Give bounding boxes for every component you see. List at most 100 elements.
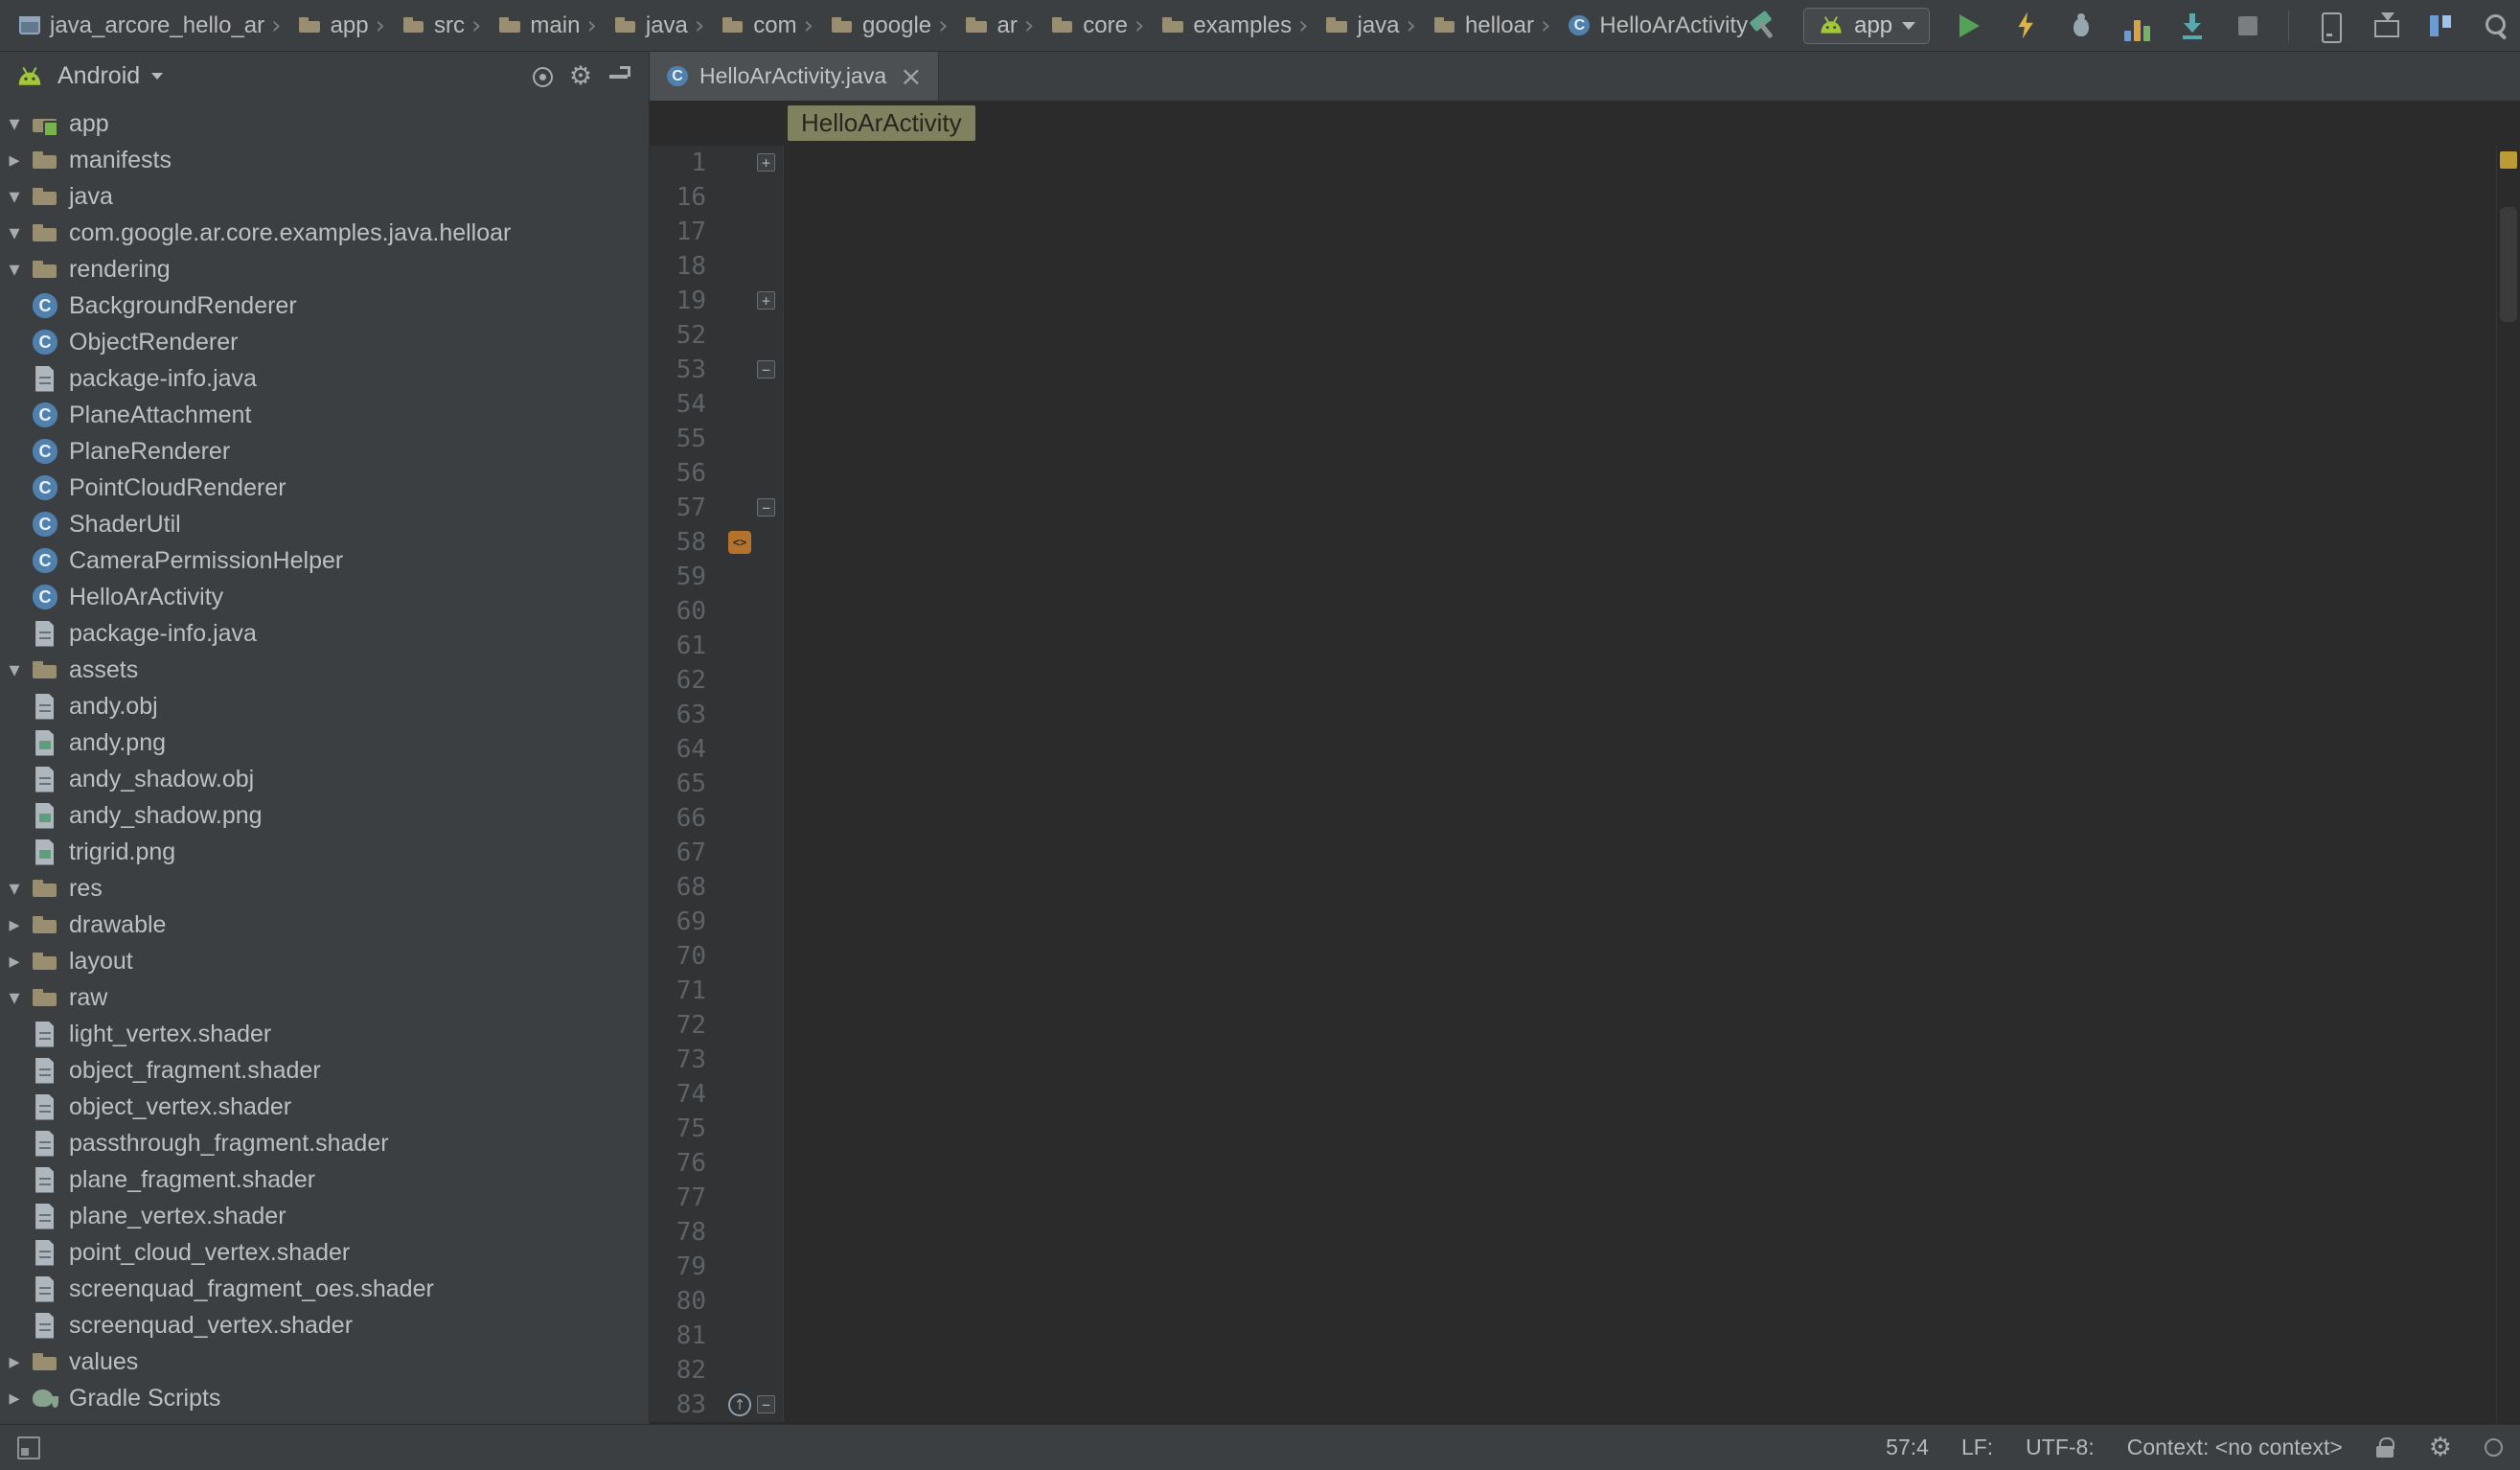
gutter-marker-icon[interactable] bbox=[728, 807, 751, 830]
fold-marker-icon[interactable] bbox=[757, 395, 775, 413]
code-line[interactable]: 82 bbox=[650, 1353, 2496, 1388]
fold-marker-icon[interactable] bbox=[757, 671, 775, 689]
encoding-indicator[interactable]: UTF-8: bbox=[2026, 1435, 2095, 1460]
tree-row[interactable]: Gradle Scripts bbox=[0, 1380, 649, 1416]
expand-arrow-icon[interactable] bbox=[0, 986, 29, 1010]
breadcrumb-current-class[interactable]: HelloArActivity bbox=[788, 105, 975, 141]
gutter-marker-icon[interactable] bbox=[728, 1255, 751, 1278]
fold-marker-icon[interactable] bbox=[757, 1050, 775, 1068]
gutter-marker-icon[interactable] bbox=[728, 1393, 751, 1416]
tree-row[interactable]: raw bbox=[0, 979, 649, 1016]
tree-row[interactable]: andy.png bbox=[0, 724, 649, 761]
code-line[interactable]: 67 bbox=[650, 836, 2496, 870]
code-line[interactable]: 16 bbox=[650, 180, 2496, 215]
code-line[interactable]: 60 bbox=[650, 594, 2496, 629]
tree-row[interactable]: package-info.java bbox=[0, 360, 649, 397]
fold-marker-icon[interactable] bbox=[757, 1257, 775, 1275]
code-line[interactable]: 78 bbox=[650, 1215, 2496, 1250]
gutter-marker-icon[interactable] bbox=[728, 462, 751, 485]
tree-row[interactable]: point_cloud_vertex.shader bbox=[0, 1234, 649, 1271]
code-line[interactable]: 81 bbox=[650, 1319, 2496, 1353]
sdk-manager-icon[interactable] bbox=[2370, 11, 2400, 41]
tree-row[interactable]: light_vertex.shader bbox=[0, 1016, 649, 1052]
code-line[interactable]: 73 bbox=[650, 1043, 2496, 1077]
layout-inspector-icon[interactable] bbox=[2425, 11, 2456, 41]
code-line[interactable]: 80 bbox=[650, 1284, 2496, 1319]
gutter-marker-icon[interactable] bbox=[728, 945, 751, 968]
expand-arrow-icon[interactable] bbox=[0, 258, 29, 282]
breadcrumb-item[interactable]: ar bbox=[931, 11, 1018, 40]
lock-icon[interactable] bbox=[2375, 1436, 2396, 1460]
expand-arrow-icon[interactable] bbox=[0, 112, 29, 136]
expand-arrow-icon[interactable] bbox=[0, 149, 29, 172]
gutter-marker-icon[interactable] bbox=[728, 600, 751, 623]
code-line[interactable]: 65 bbox=[650, 767, 2496, 801]
expand-arrow-icon[interactable] bbox=[0, 1387, 29, 1411]
stop-button[interactable] bbox=[2233, 11, 2263, 41]
gutter-marker-icon[interactable] bbox=[728, 496, 751, 519]
tree-row[interactable]: PlaneRenderer bbox=[0, 433, 649, 470]
expand-arrow-icon[interactable] bbox=[0, 221, 29, 245]
code-line[interactable]: 77 bbox=[650, 1181, 2496, 1215]
gutter-marker-icon[interactable] bbox=[728, 1048, 751, 1071]
code-line[interactable]: 64 bbox=[650, 732, 2496, 767]
error-stripe-scrollbar[interactable] bbox=[2496, 146, 2520, 1424]
device-file-download-icon[interactable] bbox=[2177, 11, 2208, 41]
code-line[interactable]: 61 bbox=[650, 629, 2496, 663]
code-line[interactable]: 66 bbox=[650, 801, 2496, 836]
fold-marker-icon[interactable] bbox=[757, 981, 775, 999]
code-line[interactable]: 55 bbox=[650, 422, 2496, 456]
fold-marker-icon[interactable] bbox=[757, 1016, 775, 1034]
gutter-marker-icon[interactable] bbox=[728, 841, 751, 864]
tree-row[interactable]: layout bbox=[0, 943, 649, 979]
gutter-marker-icon[interactable] bbox=[728, 979, 751, 1002]
gutter-marker-icon[interactable] bbox=[728, 703, 751, 726]
fold-marker-icon[interactable] bbox=[757, 326, 775, 344]
code-line[interactable]: 71 bbox=[650, 974, 2496, 1008]
gutter-marker-icon[interactable] bbox=[728, 1014, 751, 1037]
gutter-marker-icon[interactable] bbox=[728, 151, 751, 174]
code-line[interactable]: 70 bbox=[650, 939, 2496, 974]
code-line[interactable]: 76 bbox=[650, 1146, 2496, 1181]
breadcrumb-item[interactable]: main bbox=[465, 11, 580, 40]
gutter-marker-icon[interactable] bbox=[728, 1117, 751, 1140]
build-hammer-icon[interactable] bbox=[1748, 11, 1778, 41]
tree-row[interactable]: BackgroundRenderer bbox=[0, 287, 649, 324]
fold-marker-icon[interactable] bbox=[757, 809, 775, 827]
fold-marker-icon[interactable] bbox=[757, 1154, 775, 1172]
gutter-marker-icon[interactable] bbox=[728, 876, 751, 899]
tree-row[interactable]: screenquad_vertex.shader bbox=[0, 1307, 649, 1344]
breadcrumb-item[interactable]: core bbox=[1018, 11, 1128, 40]
gutter-marker-icon[interactable] bbox=[728, 289, 751, 312]
code-line[interactable]: 57 bbox=[650, 491, 2496, 525]
gutter-marker-icon[interactable] bbox=[728, 910, 751, 933]
fold-marker-icon[interactable] bbox=[757, 1085, 775, 1103]
gutter-marker-icon[interactable] bbox=[728, 1186, 751, 1209]
gutter-marker-icon[interactable] bbox=[728, 565, 751, 588]
line-ending-indicator[interactable]: LF: bbox=[1961, 1435, 1993, 1460]
settings-gear-icon[interactable]: ⚙ bbox=[566, 62, 595, 91]
editor-tab[interactable]: HelloArActivity.java × bbox=[650, 52, 939, 101]
tree-row[interactable]: java bbox=[0, 178, 649, 215]
run-configuration-selector[interactable]: app bbox=[1803, 8, 1930, 44]
breadcrumb-item[interactable]: app bbox=[264, 11, 368, 40]
gutter-marker-icon[interactable] bbox=[728, 255, 751, 278]
expand-arrow-icon[interactable] bbox=[0, 185, 29, 209]
fold-marker-icon[interactable] bbox=[757, 360, 775, 379]
gutter-marker-icon[interactable] bbox=[728, 393, 751, 416]
expand-arrow-icon[interactable] bbox=[0, 950, 29, 974]
fold-marker-icon[interactable] bbox=[757, 1292, 775, 1310]
breadcrumb-item[interactable]: examples bbox=[1128, 11, 1292, 40]
breadcrumb-item[interactable]: java_arcore_hello_ar bbox=[17, 12, 264, 39]
fold-marker-icon[interactable] bbox=[757, 740, 775, 758]
status-circle-icon[interactable] bbox=[2485, 1438, 2503, 1457]
gutter-marker-icon[interactable] bbox=[728, 220, 751, 243]
project-view-selector[interactable]: Android bbox=[57, 62, 140, 90]
hide-panel-icon[interactable] bbox=[605, 62, 633, 91]
inspections-status-icon[interactable] bbox=[2500, 151, 2517, 169]
code-lines[interactable]: 1 16 bbox=[650, 146, 2496, 1424]
breadcrumb-item[interactable]: java bbox=[1292, 11, 1399, 40]
gutter-marker-icon[interactable] bbox=[728, 1290, 751, 1313]
code-line[interactable]: 54 bbox=[650, 387, 2496, 422]
code-line[interactable]: 1 bbox=[650, 146, 2496, 180]
